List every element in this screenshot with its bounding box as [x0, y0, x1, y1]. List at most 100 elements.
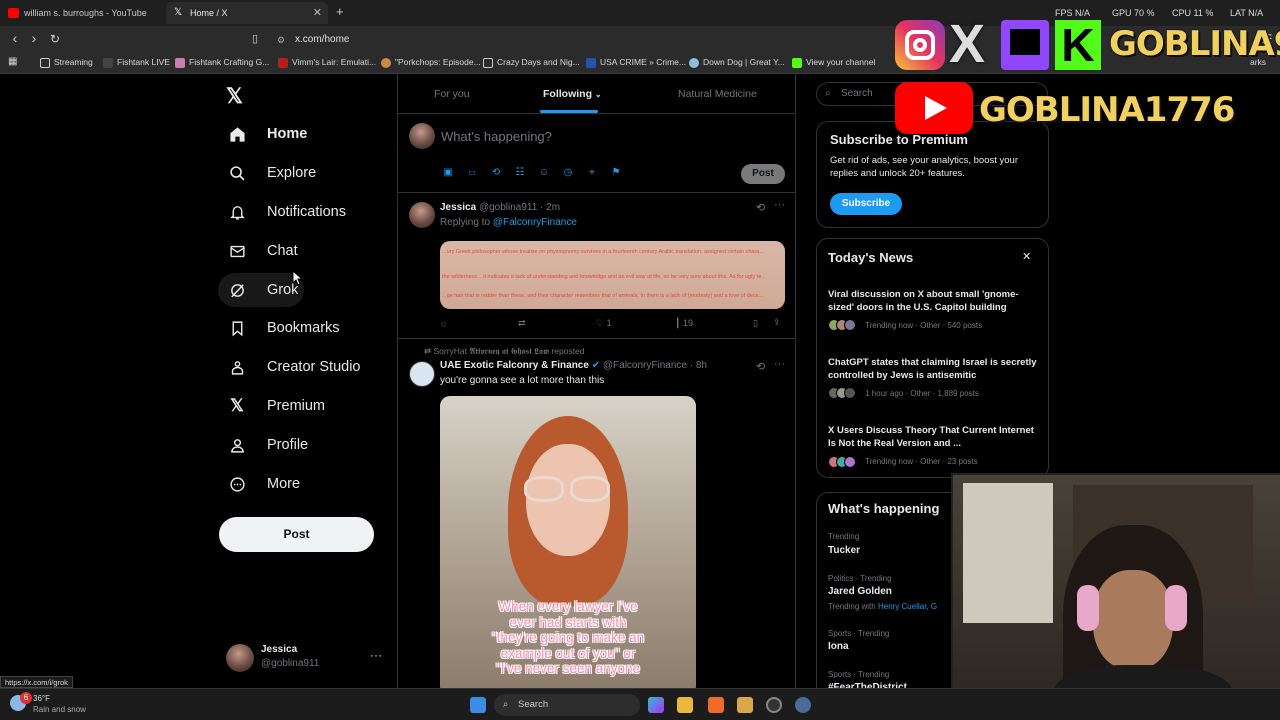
sidebar-item-bookmarks[interactable]: Bookmarks [218, 311, 378, 345]
youtube-icon [895, 82, 973, 134]
grok-icon[interactable]: ⟲ [756, 201, 765, 214]
location-icon[interactable]: ⌖ [586, 167, 598, 179]
share-icon[interactable]: ⇪ [773, 317, 781, 328]
apps-icon[interactable]: ▦ [8, 56, 17, 67]
mention-link[interactable]: @FalconryFinance [493, 217, 577, 228]
news-meta: 1 hour ago · Other · 1,889 posts [865, 389, 979, 398]
bookmark-porkchops[interactable]: "Porkchops: Episode... [381, 57, 481, 68]
repost-icon[interactable]: ⇄ [518, 318, 526, 329]
x-logo-icon: X [949, 14, 986, 74]
sidebar-item-label: Home [267, 126, 308, 142]
obs-icon[interactable] [766, 697, 782, 713]
weather-icon[interactable]: 6 [10, 692, 32, 713]
tab-following[interactable]: Following ⌄ [543, 88, 602, 100]
tab-youtube[interactable]: william s. burroughs - YouTube [0, 2, 166, 24]
settings-icon[interactable] [795, 697, 811, 713]
bookmark-fishtank-crafting[interactable]: Fishtank Crafting G... [175, 57, 269, 68]
bookmark-vimms-lair[interactable]: Vimm's Lair: Emulati... [278, 57, 376, 68]
bookmark-view-channel[interactable]: View your channel [792, 57, 875, 68]
tweet-video[interactable]: When every lawyer I've ever had starts w… [440, 396, 696, 688]
sidebar-item-chat[interactable]: Chat [218, 234, 378, 268]
more-options-icon[interactable]: ··· [774, 358, 785, 370]
file-explorer-icon[interactable] [677, 697, 693, 713]
tab-for-you[interactable]: For you [434, 88, 470, 100]
sidebar-item-more[interactable]: More [218, 467, 378, 501]
x-icon: 𝕏 [230, 396, 244, 415]
back-button[interactable]: ‹ [6, 30, 24, 46]
address-bar[interactable]: ⚙ x.com/home [268, 30, 888, 50]
bookmark-fishtank[interactable]: Fishtank LIVE [103, 57, 170, 68]
reply-context: Replying to @FalconryFinance [440, 217, 577, 228]
image-icon[interactable]: ▣ [442, 167, 454, 179]
bookmark-streaming[interactable]: Streaming [40, 57, 93, 68]
reply-icon[interactable]: ○ [441, 319, 446, 329]
taskbar-search[interactable]: ⌕ Search [494, 694, 640, 716]
poll-icon[interactable]: ☷ [514, 167, 526, 179]
quoted-image[interactable]: ...ury Greek philosopher whose treatise … [440, 241, 785, 309]
trend-topic[interactable]: Tucker [828, 545, 860, 556]
subscribe-button[interactable]: Subscribe [830, 193, 902, 215]
more-options-icon[interactable]: ··· [774, 199, 785, 211]
copilot-icon[interactable] [648, 697, 664, 713]
schedule-icon[interactable]: ◷ [562, 167, 574, 179]
compose-input[interactable]: What's happening? [441, 129, 552, 144]
new-tab-button[interactable]: + [336, 4, 344, 19]
x-logo-icon[interactable]: 𝕏 [226, 84, 243, 109]
tab-natural-medicine[interactable]: Natural Medicine [678, 88, 757, 100]
porkchops-icon [381, 58, 391, 68]
brave-browser-icon[interactable] [708, 697, 724, 713]
down-dog-icon [689, 58, 699, 68]
flag-icon[interactable]: ⚑ [610, 167, 622, 179]
close-icon[interactable]: ✕ [1022, 250, 1031, 263]
door-shape [963, 483, 1053, 623]
sidebar-item-label: Creator Studio [267, 359, 361, 375]
gif-icon[interactable]: ▭ [466, 167, 478, 179]
bookmark-page-button[interactable]: ▯ [246, 32, 264, 45]
site-info-icon[interactable]: ⚙ [277, 30, 285, 50]
views-button[interactable]: ┃ 19 [675, 318, 693, 329]
trend-context: Sports · Trending [828, 629, 890, 638]
sidebar-item-profile[interactable]: Profile [218, 428, 378, 462]
heart-icon: ♡ [596, 318, 605, 328]
files-icon[interactable] [737, 697, 753, 713]
news-headline[interactable]: Viral discussion on X about small 'gnome… [828, 288, 1038, 314]
premium-text: Get rid of ads, see your analytics, boos… [830, 155, 1018, 179]
trend-topic[interactable]: Jared Golden [828, 586, 892, 597]
more-icon [228, 475, 246, 493]
account-name: Jessica [261, 644, 298, 655]
sidebar-item-notifications[interactable]: Notifications [218, 195, 378, 229]
grok-icon[interactable]: ⟲ [490, 167, 502, 179]
news-headline[interactable]: X Users Discuss Theory That Current Inte… [828, 424, 1038, 450]
reload-button[interactable]: ↻ [46, 32, 64, 46]
bookmark-usa-crime[interactable]: USA CRIME » Crime... [586, 57, 686, 68]
account-switcher[interactable]: Jessica @goblina911 ··· [226, 642, 396, 676]
tweet[interactable]: Jessica @goblina911 · 2m ⟲ ··· Replying … [398, 193, 795, 335]
bookmark-down-dog[interactable]: Down Dog | Great Y... [689, 57, 785, 68]
headphone-right [1165, 585, 1187, 631]
news-headline[interactable]: ChatGPT states that claiming Israel is s… [828, 356, 1038, 382]
windows-start-icon[interactable] [470, 697, 486, 713]
sidebar-item-premium[interactable]: 𝕏 Premium [218, 389, 378, 423]
bookmark-crazy-days[interactable]: Crazy Days and Nig... [483, 57, 580, 68]
post-button[interactable]: Post [219, 517, 374, 552]
status-url-tooltip: https://x.com/i/grok [0, 676, 73, 688]
sidebar-item-creator-studio[interactable]: Creator Studio [218, 350, 378, 384]
compose-post-button[interactable]: Post [741, 164, 785, 184]
person-face [1093, 570, 1173, 670]
tweet-header: Jessica @goblina911 · 2m [440, 202, 560, 213]
forward-button[interactable]: › [25, 30, 43, 46]
sidebar-item-explore[interactable]: Explore [218, 156, 378, 190]
like-button[interactable]: ♡ 1 [596, 318, 612, 329]
tweet-handle: @goblina911 · 2m [478, 202, 561, 213]
tweet[interactable]: ⇄ SorryHat 𝕬𝖙𝖙𝖔𝖗𝖓𝖊𝖞 𝖆𝖙 𝕲𝖍𝖔𝖘𝖙 𝕷𝖆𝖜 reposte… [398, 339, 795, 688]
account-handle: @goblina911 [261, 658, 320, 669]
bookmark-icon[interactable]: ▯ [753, 318, 758, 329]
close-tab-icon[interactable]: ✕ [313, 2, 322, 24]
trend-topic[interactable]: Iona [828, 641, 849, 652]
grok-icon[interactable]: ⟲ [756, 360, 765, 373]
sidebar-item-home[interactable]: Home [218, 117, 378, 151]
kick-icon [792, 58, 802, 68]
emoji-icon[interactable]: ☺ [538, 167, 550, 179]
tab-x-home[interactable]: 𝕏 Home / X ✕ [166, 2, 328, 24]
more-options-icon[interactable]: ··· [370, 648, 382, 662]
